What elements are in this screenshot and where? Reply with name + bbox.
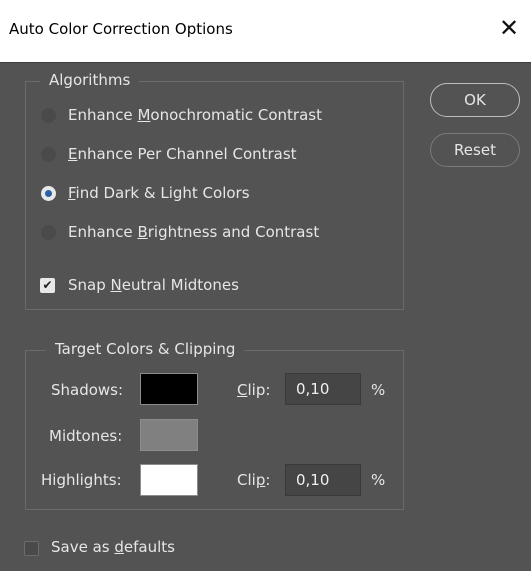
shadows-percent-label: % [371, 381, 386, 399]
title-bar: Auto Color Correction Options ✕ [0, 0, 531, 63]
target-colors-legend: Target Colors & Clipping [46, 340, 245, 358]
highlights-color-swatch[interactable] [140, 464, 198, 496]
radio-label: Enhance Per Channel Contrast [68, 145, 297, 163]
highlights-label: Highlights: [41, 471, 122, 489]
radio-label: Enhance Monochromatic Contrast [68, 106, 322, 124]
highlights-clip-input[interactable]: 0,10 [285, 464, 361, 496]
radio-label: Find Dark & Light Colors [68, 184, 250, 202]
radio-button[interactable] [41, 225, 56, 240]
ok-button[interactable]: OK [430, 83, 520, 117]
shadows-label: Shadows: [51, 381, 124, 399]
shadows-color-swatch[interactable] [140, 373, 198, 405]
checkbox-label: Save as defaults [51, 538, 175, 556]
algorithms-legend: Algorithms [40, 71, 140, 89]
checkbox-box[interactable] [24, 541, 39, 556]
reset-button[interactable]: Reset [430, 133, 520, 167]
checkmark-icon[interactable]: ✔ [40, 278, 55, 293]
radio-label: Enhance Brightness and Contrast [68, 223, 320, 241]
radio-button-selected[interactable] [41, 186, 56, 201]
midtones-label: Midtones: [49, 427, 123, 445]
shadows-clip-label: Clip: [237, 381, 271, 399]
radio-button[interactable] [41, 108, 56, 123]
checkbox-label: Snap Neutral Midtones [68, 276, 239, 294]
highlights-percent-label: % [371, 471, 386, 489]
highlights-clip-label: Clip: [237, 471, 271, 489]
shadows-clip-input[interactable]: 0,10 [285, 373, 361, 405]
radio-button[interactable] [41, 147, 56, 162]
midtones-color-swatch[interactable] [140, 419, 198, 451]
close-icon[interactable]: ✕ [495, 14, 523, 42]
window-title: Auto Color Correction Options [9, 20, 233, 38]
